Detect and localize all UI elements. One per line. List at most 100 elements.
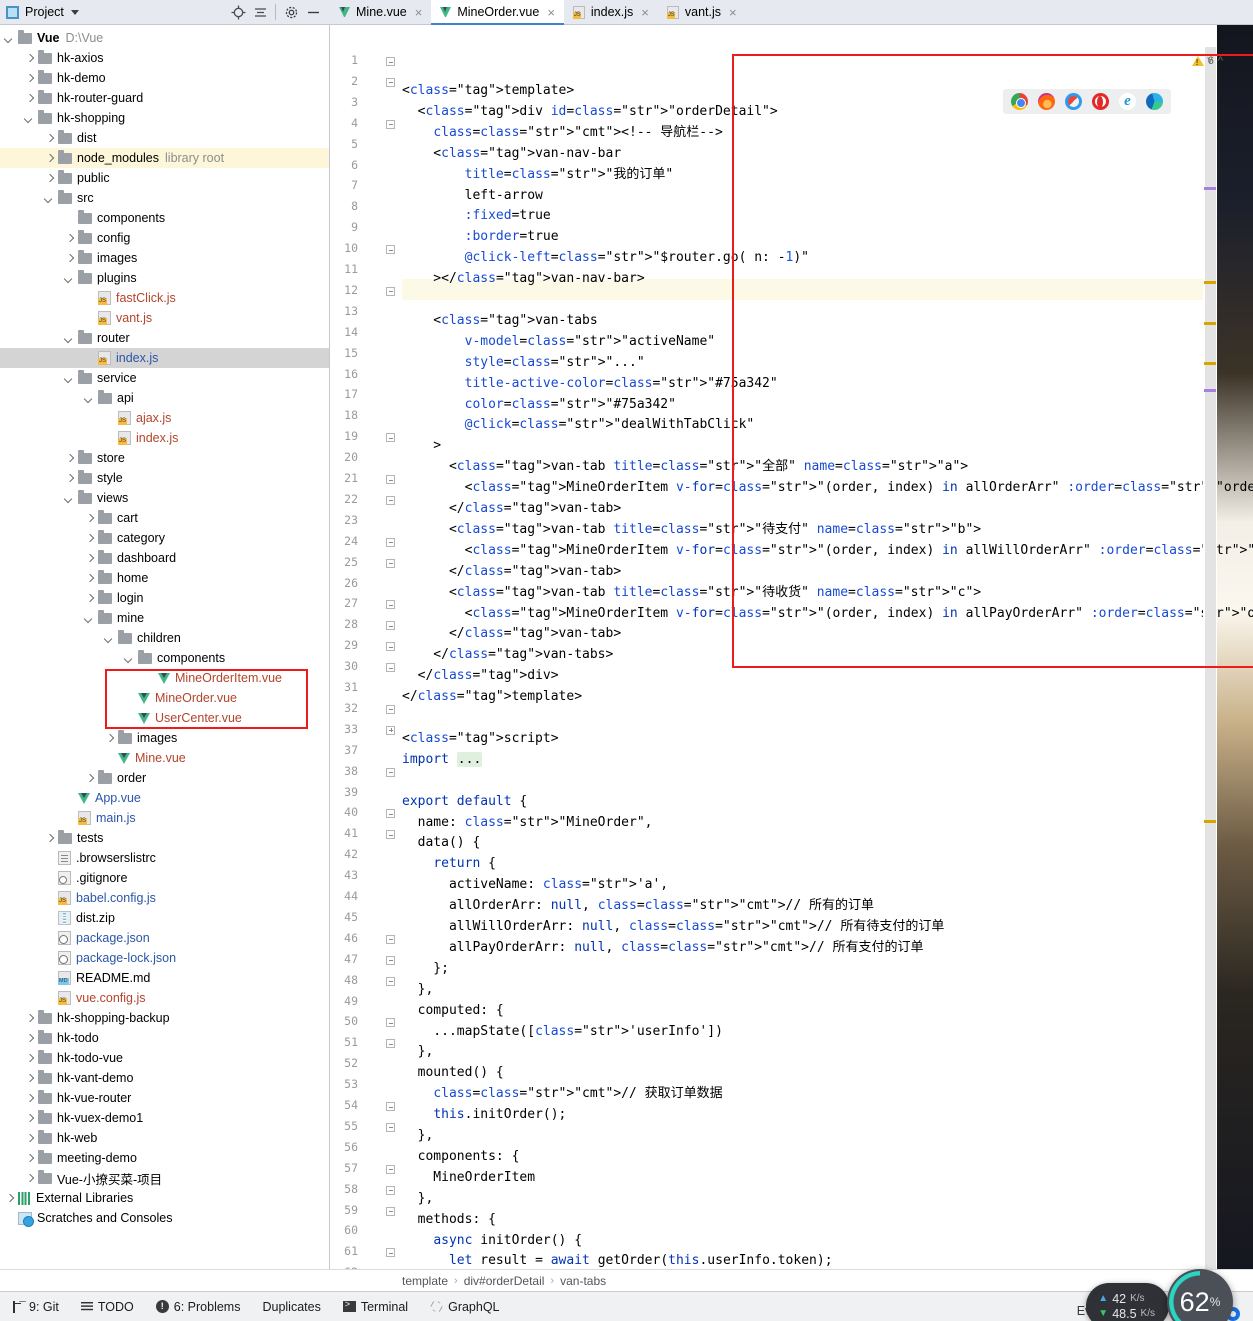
- code-line[interactable]: import ...: [402, 750, 483, 771]
- tree-node[interactable]: order: [0, 768, 329, 788]
- code-line[interactable]: <class="tag">MineOrderItem v-for=class="…: [402, 604, 1253, 625]
- tree-node[interactable]: hk-web: [0, 1128, 329, 1148]
- code-line[interactable]: <class="tag">div id=class="str">"orderDe…: [402, 102, 778, 123]
- code-line[interactable]: </class="tag">van-tabs>: [402, 645, 613, 666]
- code-line[interactable]: components: {: [402, 1147, 520, 1168]
- code-line[interactable]: v-model=class="str">"activeName": [402, 332, 715, 353]
- close-icon[interactable]: ×: [415, 5, 423, 20]
- scroll-marker[interactable]: [1204, 322, 1216, 325]
- code-line[interactable]: <class="tag">MineOrderItem v-for=class="…: [402, 541, 1253, 562]
- chevron-right-icon[interactable]: [84, 533, 95, 544]
- tree-node[interactable]: plugins: [0, 268, 329, 288]
- tree-node[interactable]: Mine.vue: [0, 748, 329, 768]
- chevron-right-icon[interactable]: [24, 1133, 35, 1144]
- code-fold-toggle[interactable]: [386, 725, 397, 737]
- tree-node[interactable]: components: [0, 648, 329, 668]
- scroll-marker[interactable]: [1204, 820, 1216, 823]
- project-tree[interactable]: Vue D:\Vue hk-axios hk-demo hk-router-guard h…: [0, 25, 330, 1269]
- code-line[interactable]: :fixed=true: [402, 206, 551, 227]
- code-line[interactable]: },: [402, 1042, 434, 1063]
- code-fold-toggle[interactable]: [386, 1248, 397, 1259]
- editor-gutter[interactable]: 1 2 3 4 5 6 7 8 9 10 11 12 13 14 15 16 17 18 19 20 21 22 23 24 2…: [330, 25, 402, 1269]
- chevron-right-icon[interactable]: [84, 573, 95, 584]
- tree-node[interactable]: api: [0, 388, 329, 408]
- code-fold-toggle[interactable]: [386, 621, 397, 632]
- code-line[interactable]: <class="tag">script>: [402, 729, 559, 750]
- scroll-marker[interactable]: [1204, 389, 1216, 392]
- code-line[interactable]: computed: {: [402, 1001, 504, 1022]
- chevron-down-icon[interactable]: [104, 633, 115, 644]
- code-line[interactable]: </class="tag">template>: [402, 687, 582, 708]
- chevron-right-icon[interactable]: [84, 593, 95, 604]
- tree-node[interactable]: children: [0, 628, 329, 648]
- tree-node[interactable]: src: [0, 188, 329, 208]
- code-line[interactable]: </class="tag">van-tab>: [402, 562, 621, 583]
- code-line[interactable]: data() {: [402, 833, 481, 854]
- code-line[interactable]: <class="tag">van-tab title=class="str">"…: [402, 457, 968, 478]
- locate-icon[interactable]: [227, 1, 249, 23]
- code-fold-toggle[interactable]: [386, 1164, 397, 1176]
- chevron-right-icon[interactable]: [44, 133, 55, 144]
- chevron-right-icon[interactable]: [24, 1013, 35, 1024]
- scrollbar-thumb[interactable]: [1205, 47, 1216, 1269]
- tree-node[interactable]: cart: [0, 508, 329, 528]
- chevron-down-icon[interactable]: [4, 33, 15, 44]
- code-fold-toggle[interactable]: [386, 119, 397, 131]
- code-fold-toggle[interactable]: [386, 809, 397, 820]
- code-line[interactable]: @click-left=class="str">"$router.go( n: …: [402, 248, 809, 269]
- tree-node[interactable]: .gitignore: [0, 868, 329, 888]
- chevron-right-icon[interactable]: [104, 733, 115, 744]
- tree-node[interactable]: README.md: [0, 968, 329, 988]
- close-icon[interactable]: ×: [641, 5, 649, 20]
- tree-node[interactable]: MineOrder.vue: [0, 688, 329, 708]
- chevron-right-icon[interactable]: [84, 553, 95, 564]
- tree-node[interactable]: Scratches and Consoles: [0, 1208, 329, 1228]
- code-line[interactable]: :border=true: [402, 227, 559, 248]
- chevron-down-icon[interactable]: ˅: [1203, 55, 1217, 67]
- tree-node[interactable]: router: [0, 328, 329, 348]
- editor-tab[interactable]: Mine.vue ×: [330, 0, 431, 24]
- code-fold-toggle[interactable]: [386, 1039, 397, 1050]
- tree-node[interactable]: MineOrderItem.vue: [0, 668, 329, 688]
- chevron-down-icon[interactable]: [24, 113, 35, 124]
- chevron-right-icon[interactable]: [24, 1073, 35, 1084]
- code-line[interactable]: return {: [402, 854, 496, 875]
- code-line[interactable]: left-arrow: [402, 186, 543, 207]
- code-fold-toggle[interactable]: [386, 558, 397, 570]
- tree-node[interactable]: main.js: [0, 808, 329, 828]
- tree-node[interactable]: hk-shopping-backup: [0, 1008, 329, 1028]
- tree-node[interactable]: package.json: [0, 928, 329, 948]
- code-fold-toggle[interactable]: [386, 1122, 397, 1134]
- code-line[interactable]: ></class="tag">van-nav-bar>: [402, 269, 644, 290]
- breadcrumb-item[interactable]: template: [402, 1274, 448, 1288]
- chevron-down-icon[interactable]: [64, 493, 75, 504]
- status-bar-item[interactable]: TODO: [80, 1300, 134, 1314]
- chevron-right-icon[interactable]: [44, 173, 55, 184]
- status-bar-item[interactable]: ! 6: Problems: [155, 1300, 240, 1314]
- tree-node[interactable]: package-lock.json: [0, 948, 329, 968]
- tree-node[interactable]: hk-shopping: [0, 108, 329, 128]
- code-fold-toggle[interactable]: [386, 475, 397, 486]
- code-line[interactable]: };: [402, 959, 449, 980]
- chevron-right-icon[interactable]: [64, 453, 75, 464]
- status-bar-item[interactable]: Duplicates: [262, 1300, 320, 1314]
- breadcrumb-item[interactable]: div#orderDetail: [464, 1274, 545, 1288]
- breadcrumb[interactable]: template › div#orderDetail › van-tabs: [0, 1269, 1253, 1291]
- code-line[interactable]: activeName: class="str">'a',: [402, 875, 668, 896]
- tree-node[interactable]: hk-router-guard: [0, 88, 329, 108]
- minimize-icon[interactable]: [302, 1, 324, 23]
- code-fold-toggle[interactable]: [386, 955, 397, 967]
- breadcrumb-item[interactable]: van-tabs: [560, 1274, 606, 1288]
- tree-node[interactable]: public: [0, 168, 329, 188]
- code-fold-toggle[interactable]: [386, 1185, 397, 1197]
- code-fold-toggle[interactable]: [386, 934, 397, 946]
- tree-node[interactable]: index.js: [0, 428, 329, 448]
- tree-node[interactable]: meeting-demo: [0, 1148, 329, 1168]
- tree-node[interactable]: ajax.js: [0, 408, 329, 428]
- code-fold-toggle[interactable]: [386, 1102, 397, 1113]
- code-fold-toggle[interactable]: [386, 830, 397, 841]
- code-line[interactable]: </class="tag">van-tab>: [402, 624, 621, 645]
- close-icon[interactable]: ×: [547, 5, 555, 20]
- code-line[interactable]: methods: {: [402, 1210, 496, 1231]
- code-fold-toggle[interactable]: [386, 1018, 397, 1029]
